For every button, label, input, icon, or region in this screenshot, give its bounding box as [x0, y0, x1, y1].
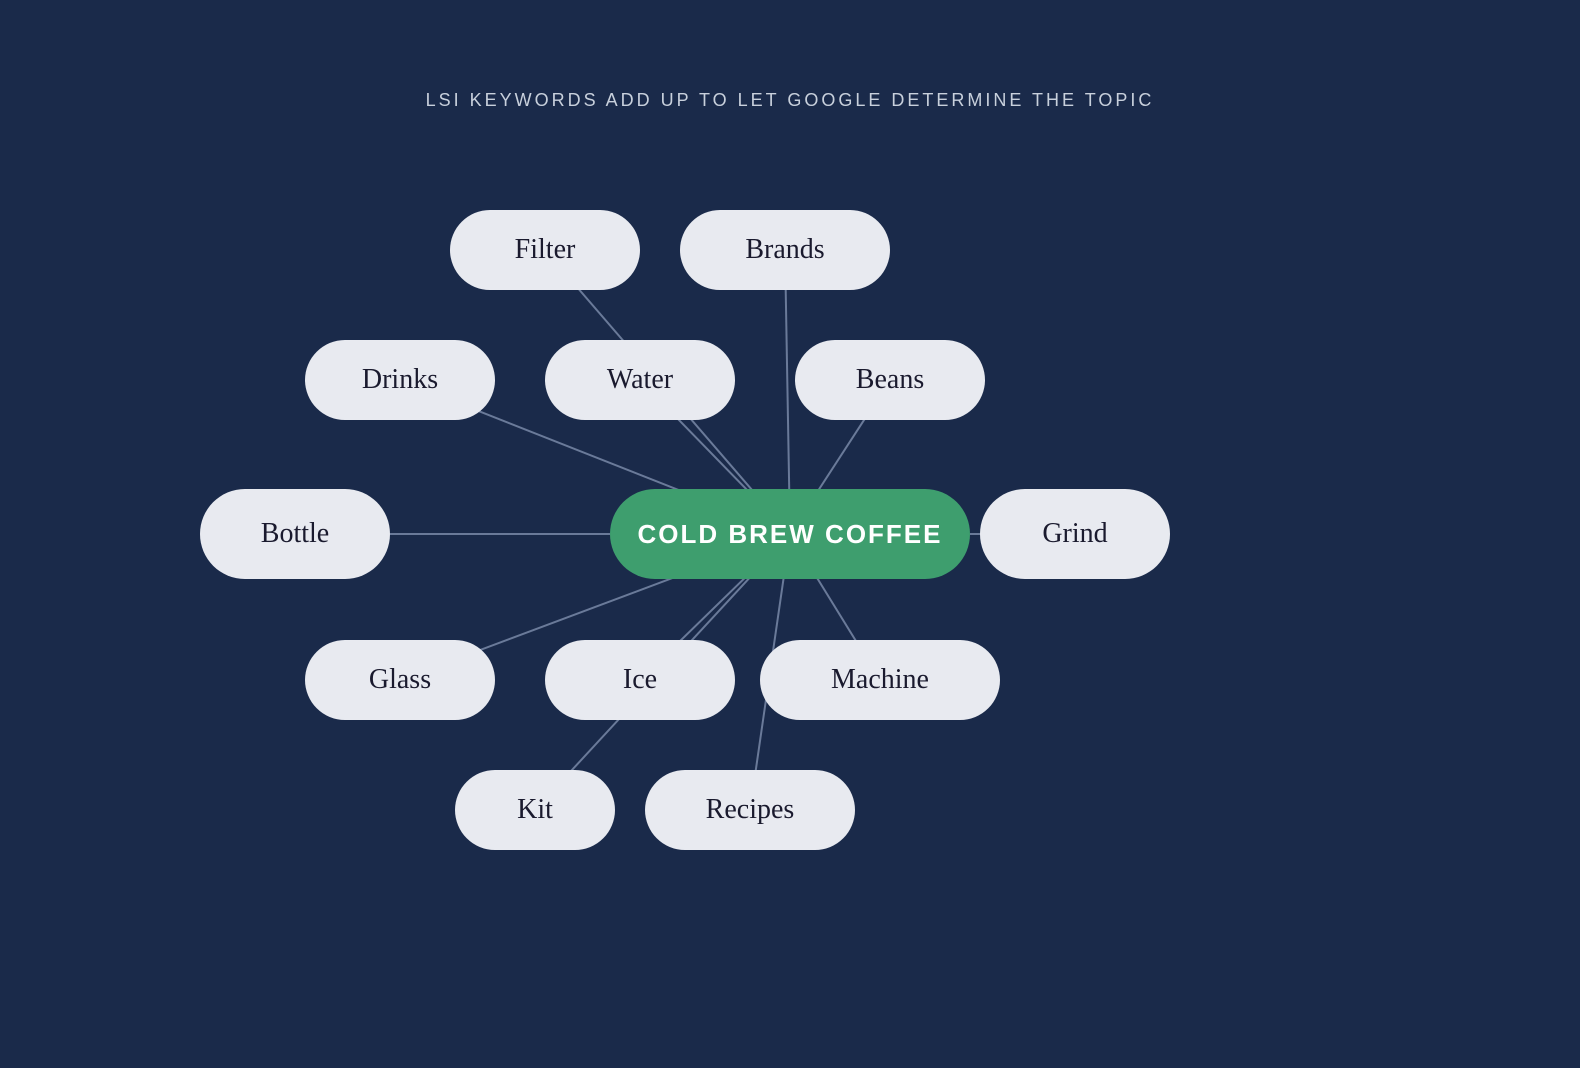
center-node: COLD BREW COFFEE: [610, 489, 970, 579]
node-water-label: Water: [607, 364, 673, 396]
node-recipes: Recipes: [645, 770, 855, 850]
diagram-container: LSI KEYWORDS ADD UP TO LET GOOGLE DETERM…: [0, 0, 1580, 1068]
page-title: LSI KEYWORDS ADD UP TO LET GOOGLE DETERM…: [0, 0, 1580, 111]
node-kit: Kit: [455, 770, 615, 850]
node-bottle: Bottle: [200, 489, 390, 579]
node-grind: Grind: [980, 489, 1170, 579]
node-glass: Glass: [305, 640, 495, 720]
node-ice-label: Ice: [623, 664, 657, 696]
node-water: Water: [545, 340, 735, 420]
node-filter: Filter: [450, 210, 640, 290]
node-brands-label: Brands: [745, 234, 824, 266]
node-ice: Ice: [545, 640, 735, 720]
center-label: COLD BREW COFFEE: [638, 519, 943, 550]
node-kit-label: Kit: [517, 794, 553, 826]
node-recipes-label: Recipes: [706, 794, 795, 826]
node-brands: Brands: [680, 210, 890, 290]
node-grind-label: Grind: [1042, 518, 1107, 550]
node-machine-label: Machine: [831, 664, 929, 696]
node-filter-label: Filter: [515, 234, 576, 266]
node-drinks-label: Drinks: [362, 364, 438, 396]
node-beans-label: Beans: [856, 364, 924, 396]
node-glass-label: Glass: [369, 664, 431, 696]
node-drinks: Drinks: [305, 340, 495, 420]
node-beans: Beans: [795, 340, 985, 420]
node-machine: Machine: [760, 640, 1000, 720]
node-bottle-label: Bottle: [261, 518, 329, 550]
